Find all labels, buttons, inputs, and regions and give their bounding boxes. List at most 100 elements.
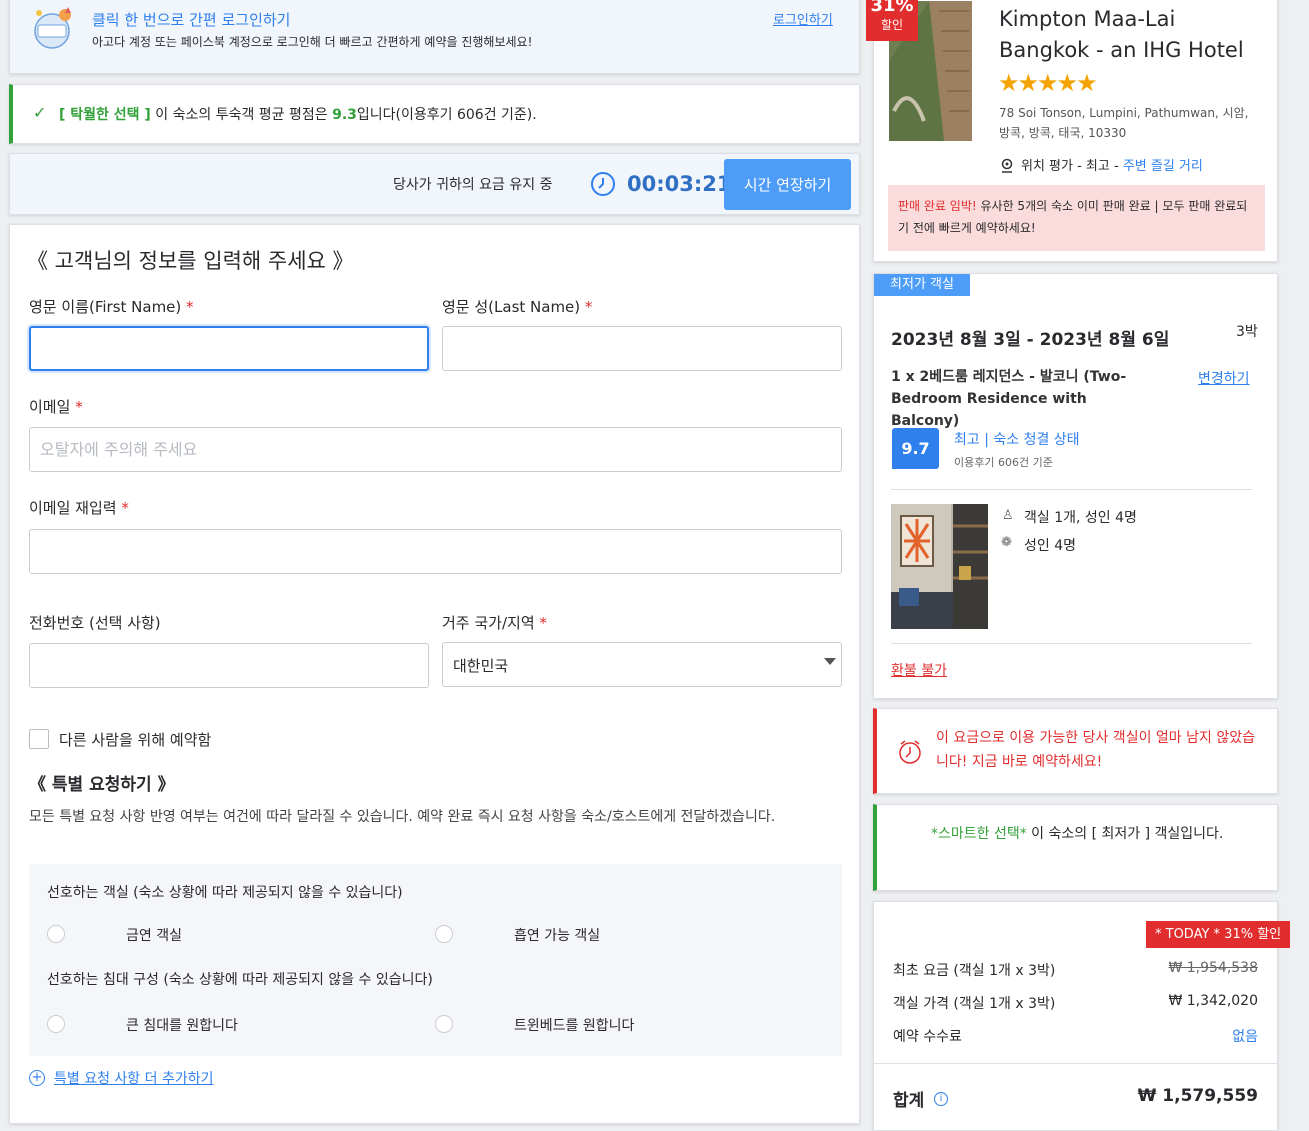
total-value: ₩ 1,579,559 — [1137, 1086, 1258, 1106]
email-input[interactable] — [29, 427, 842, 472]
change-room-link[interactable]: 변경하기 — [1198, 368, 1250, 388]
adults-icon: ❁ — [1001, 535, 1012, 550]
rating-text-before: 이 숙소의 투숙객 평균 평점은 — [150, 107, 333, 123]
price-summary-card: * TODAY * 31% 할인 최초 요금 (객실 1개 x 3박) ₩ 1,… — [873, 901, 1291, 1131]
first-name-label: 영문 이름(First Name) * — [29, 296, 194, 317]
form-title: 《 고객님의 정보를 입력해 주세요 》 — [27, 249, 354, 273]
smoking-label: 흡연 가능 객실 — [514, 928, 601, 944]
extend-time-button[interactable]: 시간 연장하기 — [724, 159, 851, 210]
twin-bed-radio[interactable] — [435, 1015, 453, 1033]
login-banner-desc: 아고다 계정 또는 페이스북 계정으로 로그인해 더 빠르고 간편하게 예약을 … — [92, 35, 533, 49]
required-mark: * — [75, 398, 83, 416]
discount-word: 할인 — [880, 18, 904, 32]
first-name-input[interactable] — [29, 326, 429, 371]
non-smoking-radio[interactable] — [47, 925, 65, 943]
divider — [874, 1063, 1277, 1064]
urgency-text: 이 요금으로 이용 가능한 당사 객실이 얼마 남지 않았습니다! 지금 바로 … — [936, 730, 1255, 770]
last-name-label-text: 영문 성(Last Name) — [442, 298, 581, 316]
timer-countdown: 00:03:21 — [627, 172, 732, 196]
phone-label: 전화번호 (선택 사항) — [29, 614, 161, 632]
smart-choice-card: *스마트한 선택* 이 숙소의 [ 최저가 ] 객실입니다. — [873, 804, 1278, 891]
room-price-label: 객실 가격 (객실 1개 x 3박) — [893, 996, 1056, 1012]
last-name-input[interactable] — [442, 326, 842, 371]
smoking-radio[interactable] — [435, 925, 453, 943]
special-request-title: 《 특별 요청하기 》 — [29, 775, 175, 795]
check-icon: ✓ — [33, 103, 47, 122]
email-confirm-label-text: 이메일 재입력 — [29, 499, 117, 517]
email-confirm-label: 이메일 재입력 * — [29, 497, 129, 518]
required-mark: * — [186, 298, 194, 316]
smart-choice-desc: 이 숙소의 [ 최저가 ] 객실입니다. — [1026, 826, 1224, 842]
info-icon[interactable]: i — [934, 1092, 948, 1106]
twin-bed-label: 트윈베드를 원합니다 — [514, 1018, 635, 1034]
smart-choice-text: *스마트한 선택* 이 숙소의 [ 최저가 ] 객실입니다. — [931, 822, 1256, 847]
adults-text: 성인 4명 — [1024, 538, 1076, 554]
add-request-plus-icon[interactable]: + — [29, 1070, 45, 1086]
clock-icon — [590, 171, 616, 201]
login-link[interactable]: 로그인하기 — [773, 9, 833, 28]
email-confirm-input[interactable] — [29, 529, 842, 574]
bed-pref-label: 선호하는 침대 구성 (숙소 상황에 따라 제공되지 않을 수 있습니다) — [47, 972, 433, 988]
login-banner-title: 클릭 한 번으로 간편 로그인하기 — [92, 11, 291, 29]
required-mark: * — [584, 298, 593, 316]
other-person-label: 다른 사람을 위해 예약함 — [59, 731, 212, 749]
special-request-options: 선호하는 객실 (숙소 상황에 따라 제공되지 않을 수 있습니다) 금연 객실… — [29, 864, 842, 1056]
large-bed-radio[interactable] — [47, 1015, 65, 1033]
required-mark: * — [539, 614, 547, 632]
divider — [891, 643, 1252, 644]
country-select[interactable]: 대한민국 — [442, 642, 842, 687]
booking-fee-label: 예약 수수료 — [893, 1029, 962, 1045]
hotel-name-line2: Bangkok - an IHG Hotel — [999, 38, 1244, 62]
hotel-summary-card: 31% 할인 Kimpton Maa-Lai Bangkok - an IHG … — [866, 0, 1278, 262]
rating-score: 9.3 — [332, 107, 357, 123]
room-photo — [891, 504, 988, 629]
cleanliness-score-text: 최고 | 숙소 청결 상태 — [954, 432, 1080, 448]
lowest-price-badge: 최저가 객실 — [874, 274, 970, 296]
special-request-desc: 모든 특별 요청 사항 반영 여부는 여건에 따라 달라질 수 있습니다. 예약… — [29, 809, 776, 825]
other-person-checkbox[interactable] — [29, 729, 49, 749]
last-name-label: 영문 성(Last Name) * — [442, 296, 592, 317]
hotel-name-line1: Kimpton Maa-Lai — [999, 7, 1176, 31]
rating-banner: ✓ [ 탁월한 선택 ] 이 숙소의 투숙객 평균 평점은 9.3입니다(이용후… — [9, 84, 860, 144]
non-refundable-link[interactable]: 환불 불가 — [891, 660, 947, 680]
country-label: 거주 국가/지역 * — [442, 612, 547, 633]
occupancy-text: 객실 1개, 성인 4명 — [1024, 510, 1137, 526]
rating-tag: [ 탁월한 선택 ] — [59, 107, 151, 123]
star-rating-icon: ★★★★★ — [998, 69, 1098, 97]
person-icon: ♙ — [1002, 508, 1014, 523]
timer-text: 당사가 귀하의 요금 유지 중 — [393, 177, 553, 193]
room-summary-card: 최저가 객실 2023년 8월 3일 - 2023년 8월 6일 3박 1 x … — [873, 273, 1278, 699]
room-pref-label: 선호하는 객실 (숙소 상황에 따라 제공되지 않을 수 있습니다) — [47, 885, 403, 901]
urgency-card: 이 요금으로 이용 가능한 당사 객실이 얼마 남지 않았습니다! 지금 바로 … — [873, 708, 1278, 794]
booking-fee-value: 없음 — [1232, 1029, 1258, 1045]
cleanliness-score-badge: 9.7 — [892, 428, 939, 469]
email-label: 이메일 * — [29, 396, 83, 417]
location-pin-icon — [999, 158, 1015, 178]
stay-dates: 2023년 8월 3일 - 2023년 8월 6일 — [891, 330, 1170, 350]
country-label-text: 거주 국가/지역 — [442, 614, 535, 632]
phone-input[interactable] — [29, 643, 429, 688]
divider — [891, 489, 1252, 490]
location-rating: 위치 평가 - 최고 - 주변 즐길 거리 — [1021, 155, 1203, 174]
cleanliness-score-sub: 이용후기 606건 기준 — [954, 456, 1053, 469]
login-illustration-icon — [28, 3, 76, 51]
guest-info-form: 《 고객님의 정보를 입력해 주세요 》 영문 이름(First Name) *… — [9, 224, 860, 1124]
discount-percent: 31% — [870, 0, 914, 16]
alarm-clock-icon — [897, 739, 923, 769]
sellout-strong: 판매 완료 임박! — [898, 199, 977, 213]
hotel-address: 78 Soi Tonson, Lumpini, Pathumwan, 시암, 방… — [999, 106, 1249, 140]
login-banner: 클릭 한 번으로 간편 로그인하기 아고다 계정 또는 페이스북 계정으로 로그… — [9, 0, 860, 74]
stay-nights: 3박 — [1236, 324, 1258, 340]
location-attractions-link[interactable]: 주변 즐길 거리 — [1123, 159, 1203, 174]
room-name: 1 x 2베드룸 레지던스 - 발코니 (Two-Bedroom Residen… — [891, 369, 1127, 429]
first-name-label-text: 영문 이름(First Name) — [29, 298, 182, 316]
required-mark: * — [121, 499, 129, 517]
timer-bar: 당사가 귀하의 요금 유지 중 00:03:21 시간 연장하기 — [9, 153, 860, 215]
today-discount-badge: * TODAY * 31% 할인 — [1146, 921, 1291, 948]
rating-text-after: 입니다(이용후기 606건 기준). — [356, 107, 537, 123]
discount-badge: 31% 할인 — [866, 0, 918, 41]
add-more-requests-link[interactable]: 특별 요청 사항 더 추가하기 — [54, 1068, 213, 1088]
total-label: 합계 — [893, 1091, 925, 1111]
email-label-text: 이메일 — [29, 398, 71, 416]
non-smoking-label: 금연 객실 — [126, 928, 182, 944]
